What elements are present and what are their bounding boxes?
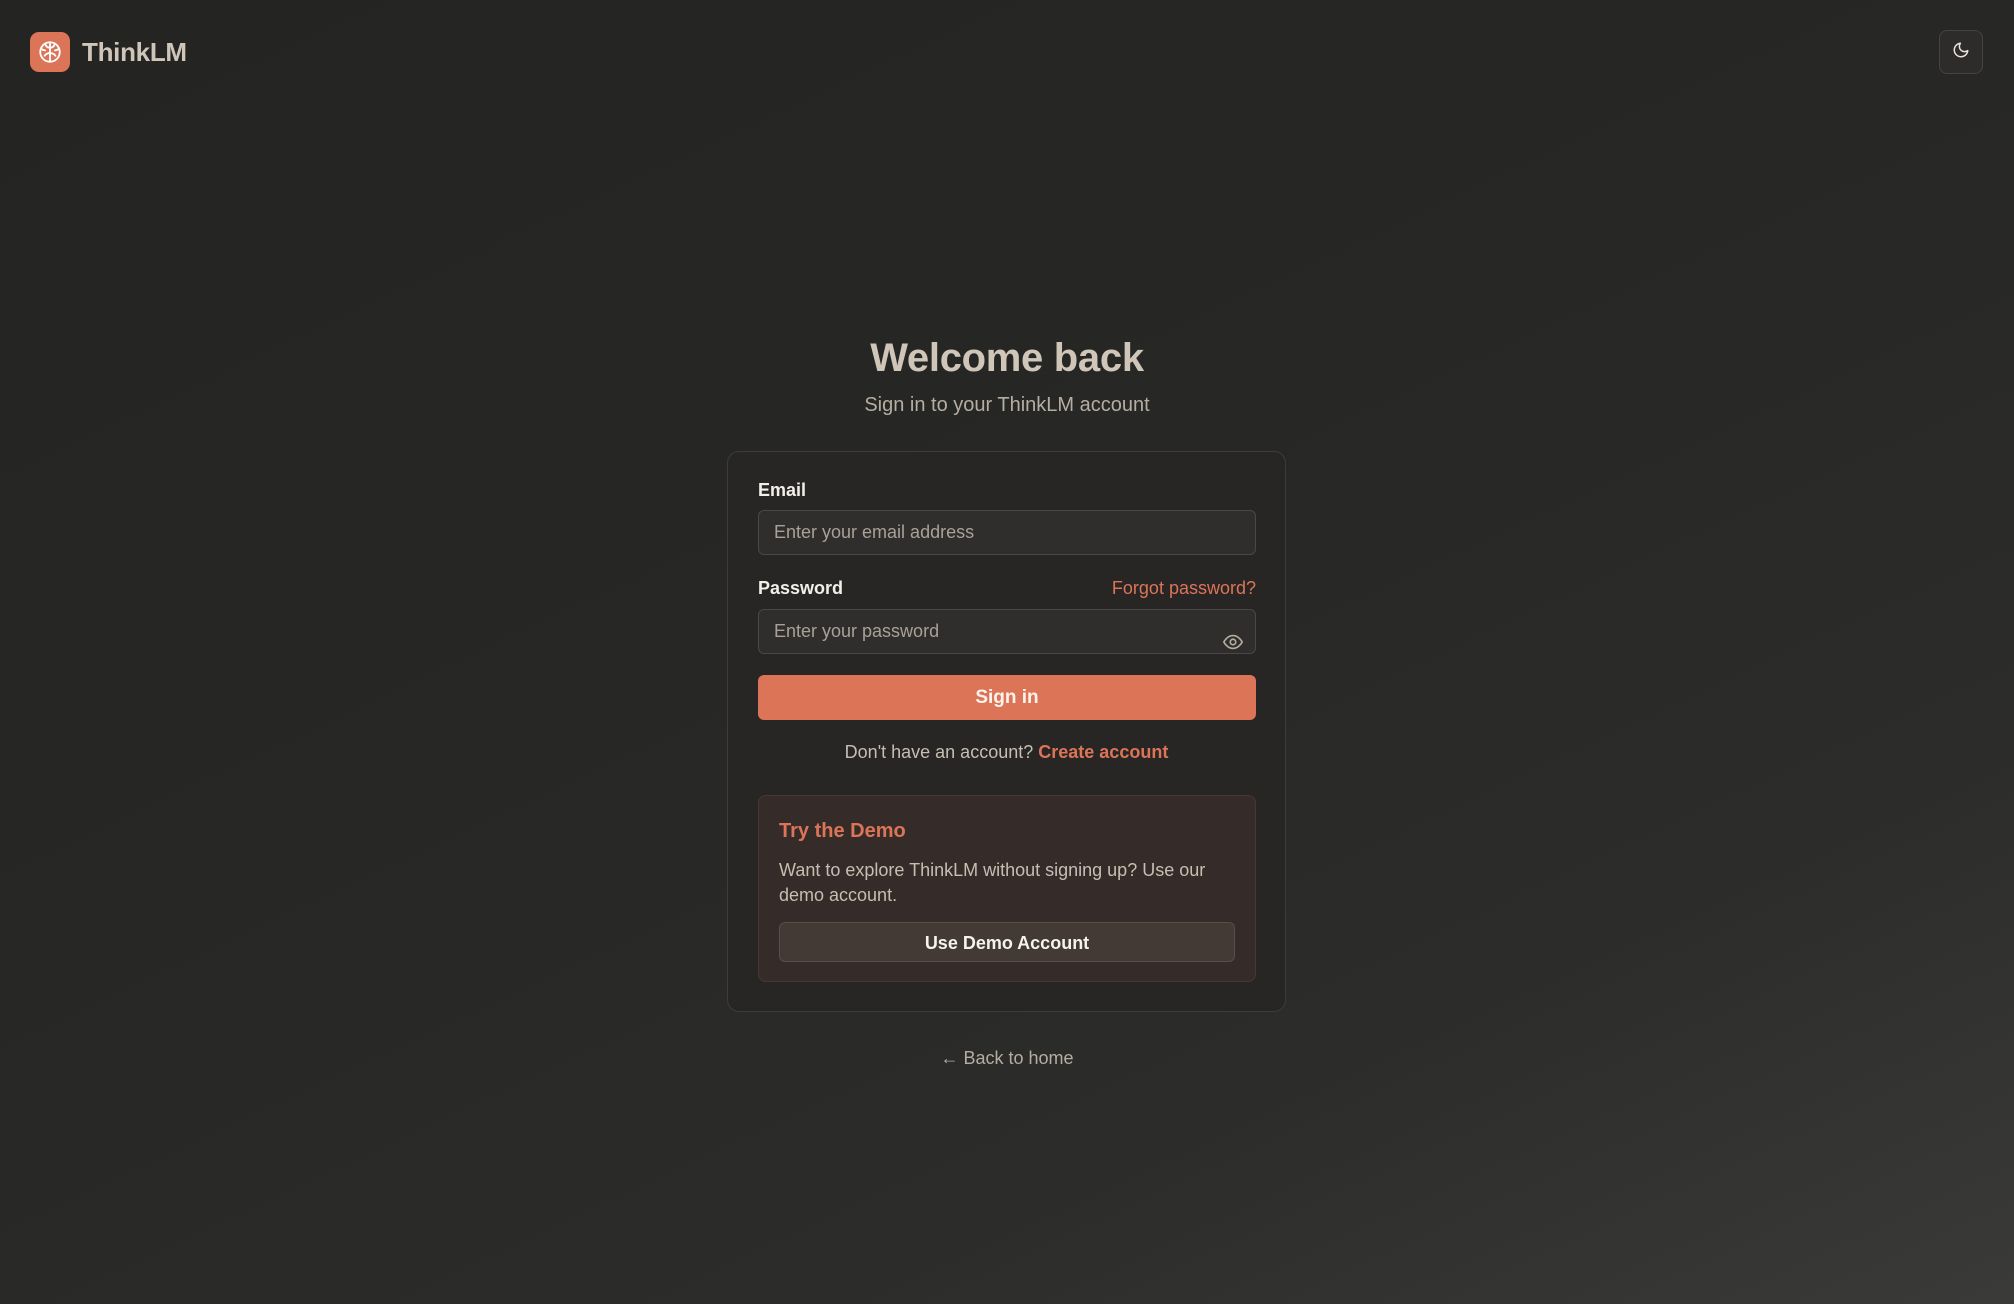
brand[interactable]: ThinkLM bbox=[30, 32, 187, 72]
demo-title: Try the Demo bbox=[779, 820, 906, 842]
password-input[interactable] bbox=[758, 609, 1256, 654]
login-card: Email Password Forgot password? Sign in … bbox=[727, 451, 1286, 1012]
back-to-home-link[interactable]: ← Back to home bbox=[0, 1048, 2014, 1069]
page-subtitle: Sign in to your ThinkLM account bbox=[864, 394, 1150, 416]
email-label: Email bbox=[758, 480, 807, 500]
signup-prompt: Don't have an account? bbox=[844, 742, 1034, 762]
brand-name: ThinkLM bbox=[82, 36, 187, 67]
eye-icon[interactable] bbox=[1222, 631, 1244, 653]
signup-prompt-row: Don't have an account? Create account bbox=[728, 742, 1285, 763]
email-input[interactable] bbox=[758, 510, 1256, 555]
use-demo-account-button[interactable]: Use Demo Account bbox=[779, 922, 1235, 962]
demo-description: Want to explore ThinkLM without signing … bbox=[779, 860, 1206, 905]
demo-panel: Try the Demo Want to explore ThinkLM wit… bbox=[758, 795, 1256, 982]
brain-icon bbox=[30, 32, 70, 72]
page-title: Welcome back bbox=[870, 336, 1144, 380]
password-label: Password bbox=[758, 578, 844, 598]
forgot-password-link[interactable]: Forgot password? bbox=[1112, 578, 1256, 599]
moon-icon bbox=[1952, 41, 1970, 64]
create-account-link[interactable]: Create account bbox=[1038, 742, 1168, 762]
sign-in-button[interactable]: Sign in bbox=[758, 675, 1256, 720]
theme-toggle-button[interactable] bbox=[1939, 30, 1983, 74]
